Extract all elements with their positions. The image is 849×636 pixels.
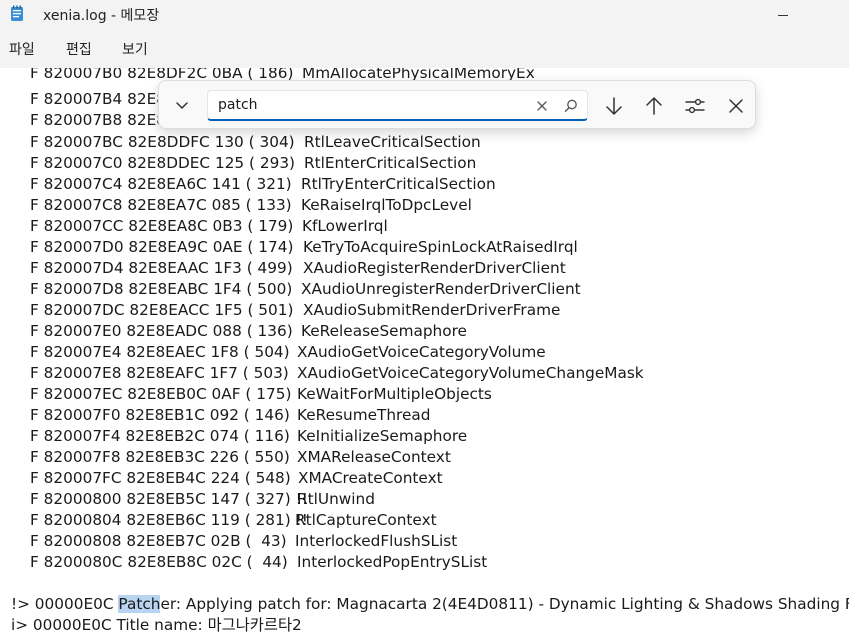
log-line-function: RtlEnterCriticalSection [304, 154, 477, 172]
log-line-address: F 820007E8 82E8EAFC 1F7 ( 503) [30, 364, 289, 382]
title-bar: xenia.log - 메모장 [0, 0, 849, 30]
search-icon[interactable] [562, 97, 580, 115]
log-line-rest: er: Applying patch for: Magnacarta 2(4E4… [160, 595, 849, 613]
log-line-function: KeTryToAcquireSpinLockAtRaisedIrql [303, 238, 578, 256]
log-line-function: RtlLeaveCriticalSection [304, 133, 481, 151]
arrow-up-icon[interactable] [642, 94, 666, 118]
log-line-function: XMACreateContext [298, 469, 443, 487]
log-line-function: XMAReleaseContext [297, 448, 451, 466]
log-line-patch: !> 00000E0C Patcher: Applying patch for:… [11, 594, 849, 615]
log-line-address: F 820007EC 82E8EB0C 0AF ( 175) [30, 385, 292, 403]
log-line-function: RtlUnwind [297, 490, 375, 508]
log-line-title: i> 00000E0C Title name: 마그나카르타2 [11, 616, 302, 634]
log-line-function: XAudioGetVoiceCategoryVolume [297, 343, 546, 361]
log-line-address: F 820007D4 82E8EAAC 1F3 ( 499) [30, 259, 293, 277]
log-line-address: F 820007F8 82E8EB3C 226 ( 550) [30, 448, 290, 466]
window-title: xenia.log - 메모장 [43, 8, 160, 24]
log-line-address: F 82000804 82E8EB6C 119 ( 281) !! [30, 511, 308, 529]
log-line: F 820007B4 82E8 [30, 90, 167, 108]
log-line-prefix: !> 00000E0C [11, 595, 119, 613]
log-line: F 820007B0 82E8DF2C 0BA ( 186) MmAllocat… [30, 68, 535, 84]
log-line-function: XAudioSubmitRenderDriverFrame [303, 301, 561, 319]
options-icon[interactable] [683, 94, 707, 118]
log-line: F 820007B8 82E8 [30, 111, 167, 129]
menu-bar: 파일 편집 보기 [0, 30, 849, 68]
log-line-function: XAudioUnregisterRenderDriverClient [301, 280, 581, 298]
log-line-function: InterlockedPopEntrySList [297, 553, 488, 571]
chevron-down-icon[interactable] [171, 94, 193, 116]
log-line-address: F 820007C0 82E8DDEC 125 ( 293) [30, 154, 296, 172]
log-line-function: KeInitializeSemaphore [297, 427, 468, 445]
close-icon[interactable] [724, 94, 748, 118]
log-line-function: RtlCaptureContext [295, 511, 437, 529]
log-line-function: KeWaitForMultipleObjects [297, 385, 492, 403]
find-input[interactable]: patch [207, 90, 588, 121]
log-line-address: F 820007BC 82E8DDFC 130 ( 304) [30, 133, 295, 151]
log-line-address: F 82000800 82E8EB5C 147 ( 327) !! [30, 490, 308, 508]
log-line-address: F 820007C8 82E8EA7C 085 ( 133) [30, 196, 292, 214]
log-line-address: F 820007F0 82E8EB1C 092 ( 146) [30, 406, 290, 424]
log-line-address: F 8200080C 82E8EB8C 02C ( 44) [30, 553, 288, 571]
clear-icon[interactable] [534, 98, 550, 114]
find-input-text[interactable]: patch [218, 97, 258, 113]
text-editor[interactable]: F 820007B0 82E8DF2C 0BA ( 186) MmAllocat… [0, 68, 849, 636]
log-line-address: F 820007DC 82E8EACC 1F5 ( 501) [30, 301, 294, 319]
notepad-icon [11, 5, 23, 21]
log-line-function: XAudioRegisterRenderDriverClient [303, 259, 566, 277]
menu-edit[interactable]: 편집 [66, 39, 92, 59]
menu-view[interactable]: 보기 [122, 39, 148, 59]
log-line-address: F 820007C4 82E8EA6C 141 ( 321) [30, 175, 292, 193]
arrow-down-icon[interactable] [602, 94, 626, 118]
log-line-address: F 820007F4 82E8EB2C 074 ( 116) [30, 427, 290, 445]
log-line-function: KeResumeThread [297, 406, 431, 424]
log-line-function: RtlTryEnterCriticalSection [301, 175, 496, 193]
log-line-function: KfLowerIrql [302, 217, 388, 235]
log-line-address: F 820007D8 82E8EABC 1F4 ( 500) [30, 280, 293, 298]
log-line-function: XAudioGetVoiceCategoryVolumeChangeMask [297, 364, 644, 382]
minimize-button[interactable] [760, 0, 806, 30]
menu-file[interactable]: 파일 [9, 39, 35, 59]
log-line-function: KeReleaseSemaphore [301, 322, 467, 340]
log-line-function: KeRaiseIrqlToDpcLevel [301, 196, 472, 214]
log-line-address: F 820007D0 82E8EA9C 0AE ( 174) [30, 238, 294, 256]
log-line-function: InterlockedFlushSList [295, 532, 458, 550]
find-bar: patch [158, 80, 756, 129]
log-line-address: F 82000808 82E8EB7C 02B ( 43) [30, 532, 287, 550]
log-line-address: F 820007E4 82E8EAEC 1F8 ( 504) [30, 343, 290, 361]
log-line-address: F 820007E0 82E8EADC 088 ( 136) [30, 322, 293, 340]
log-line-address: F 820007FC 82E8EB4C 224 ( 548) [30, 469, 291, 487]
search-match-highlight: Patch [118, 595, 161, 613]
log-line-address: F 820007CC 82E8EA8C 0B3 ( 179) [30, 217, 294, 235]
